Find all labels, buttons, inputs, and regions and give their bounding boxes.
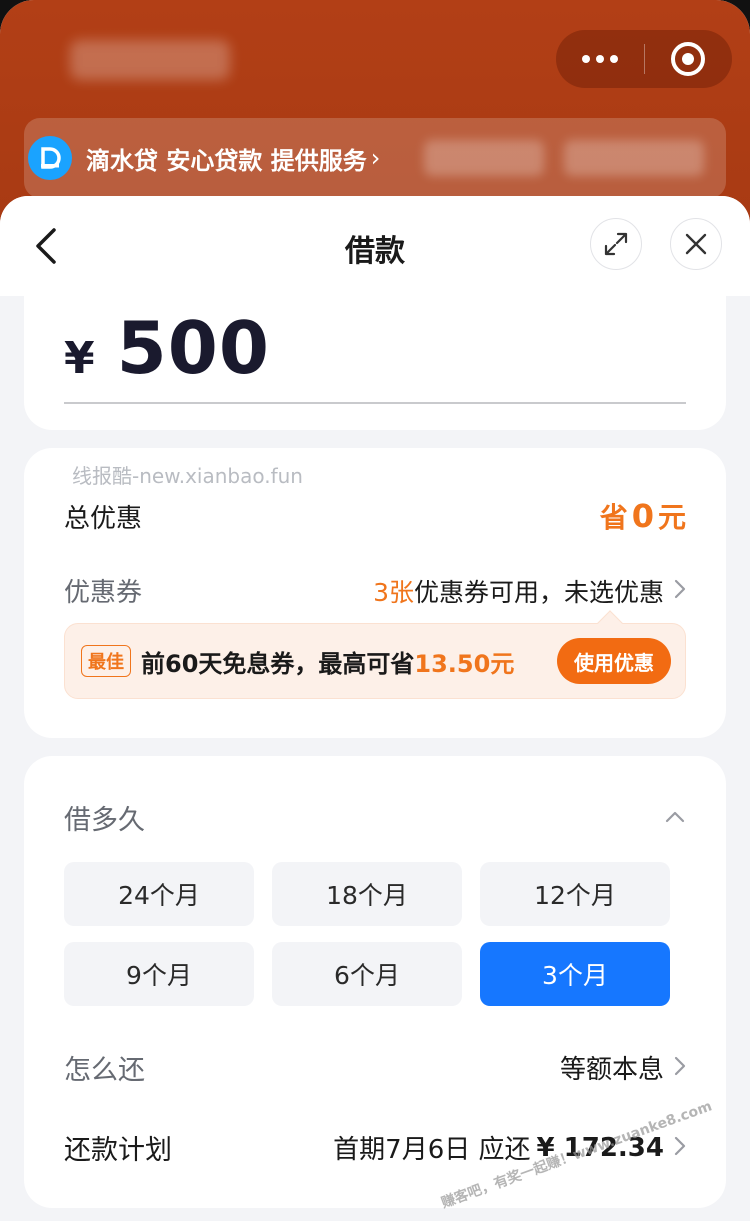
chevron-right-icon <box>674 1054 686 1082</box>
chevron-right-icon <box>674 577 686 605</box>
term-option-12[interactable]: 12个月 <box>480 862 670 926</box>
coupon-label: 优惠券 <box>64 578 143 608</box>
exit-miniapp-icon[interactable] <box>645 42 733 76</box>
term-option-18[interactable]: 18个月 <box>272 862 462 926</box>
provider-link[interactable]: 滴水贷 安心贷款 提供服务 › <box>28 136 380 180</box>
repay-method-label: 怎么还 <box>64 1055 145 1086</box>
term-card: 借多久 24个月 18个月 12个月 9个月 6个月 3个月 怎么还 等额本息 <box>24 756 726 1211</box>
watermark: 线报酷-new.xianbao.fun <box>72 464 303 488</box>
total-discount-row: 总优惠 省0元 <box>64 496 686 536</box>
best-coupon-banner: 最佳 前60天免息券，最高可省13.50元 使用优惠 <box>64 610 686 699</box>
term-option-6[interactable]: 6个月 <box>272 942 462 1006</box>
term-option-24[interactable]: 24个月 <box>64 862 254 926</box>
loan-sheet: 借款 ¥ 500 线报酷-new.xianbao.fun 总优惠 省0元 优惠券 <box>0 196 750 1221</box>
save-amount: 省0元 <box>599 497 686 535</box>
banner-pointer <box>597 610 623 636</box>
best-coupon-text: 前60天免息券，最高可省13.50元 <box>141 649 515 678</box>
repay-plan-label: 还款计划 <box>64 1135 172 1166</box>
amount-card: ¥ 500 <box>24 276 726 430</box>
blurred-title <box>70 40 230 80</box>
discount-card: 线报酷-new.xianbao.fun 总优惠 省0元 优惠券 3张 优惠券可用… <box>24 448 726 738</box>
chevron-right-icon: › <box>370 144 381 172</box>
coupon-row[interactable]: 优惠券 3张 优惠券可用，未选优惠 <box>64 572 686 609</box>
repay-method-row[interactable]: 怎么还 等额本息 <box>64 1048 686 1087</box>
term-options: 24个月 18个月 12个月 9个月 6个月 3个月 <box>64 862 672 1006</box>
chevron-up-icon[interactable] <box>664 806 686 828</box>
term-option-3[interactable]: 3个月 <box>480 942 670 1006</box>
chevron-right-icon <box>674 1134 686 1162</box>
more-icon[interactable] <box>556 55 644 63</box>
currency-symbol: ¥ <box>64 333 95 384</box>
close-icon <box>685 233 707 255</box>
total-discount-label: 总优惠 <box>64 503 143 534</box>
loan-amount: 500 <box>116 306 270 390</box>
coupon-summary: 3张 优惠券可用，未选优惠 <box>373 573 686 609</box>
didi-logo-icon <box>28 136 72 180</box>
use-coupon-button[interactable]: 使用优惠 <box>557 638 671 684</box>
blurred-block <box>424 140 544 176</box>
expand-button[interactable] <box>590 218 642 270</box>
close-button[interactable] <box>670 218 722 270</box>
amount-underline <box>64 402 686 404</box>
repay-method-value: 等额本息 <box>560 1049 686 1086</box>
coupon-count: 3张 <box>373 577 414 607</box>
term-option-9[interactable]: 9个月 <box>64 942 254 1006</box>
miniapp-capsule <box>556 30 732 88</box>
amount-input[interactable]: ¥ 500 <box>64 306 270 390</box>
expand-icon <box>604 232 628 256</box>
provider-name: 滴水贷 安心贷款 提供服务 <box>86 146 367 175</box>
screen: 滴水贷 安心贷款 提供服务 › 借款 ¥ 500 线报酷-new.xianbao… <box>0 0 750 1221</box>
blurred-block <box>564 140 704 176</box>
term-title: 借多久 <box>64 805 145 836</box>
best-tag: 最佳 <box>81 645 131 677</box>
coupon-text: 优惠券可用，未选优惠 <box>413 577 664 607</box>
